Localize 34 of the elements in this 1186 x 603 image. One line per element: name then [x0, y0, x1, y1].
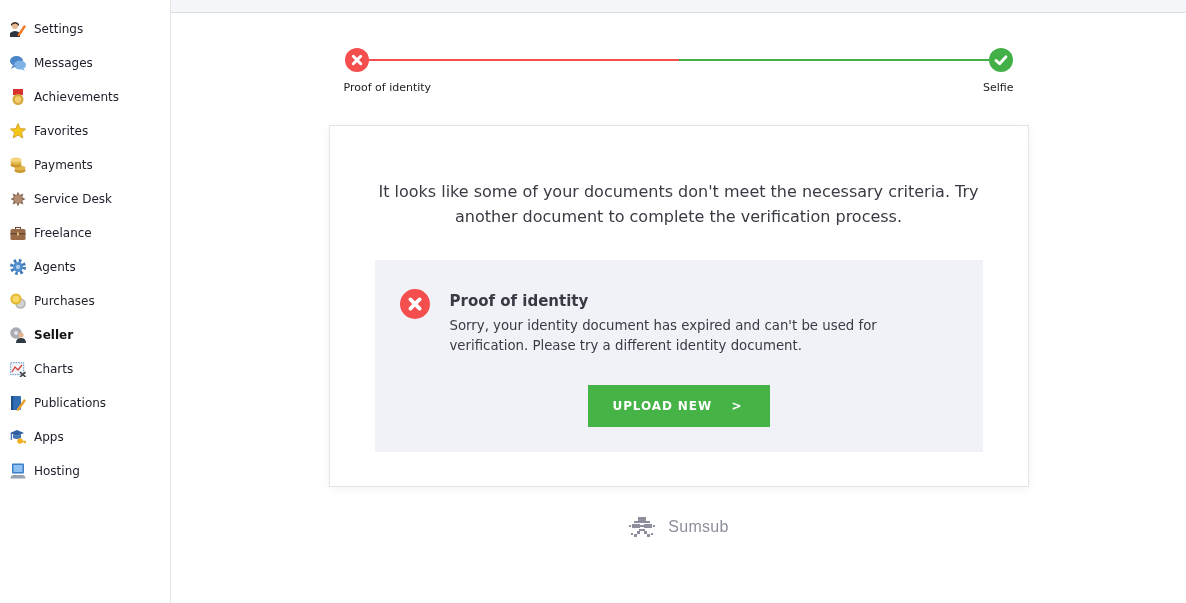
sidebar-item[interactable]: Achievements [10, 87, 122, 107]
sidebar-item[interactable]: Publications [10, 393, 109, 413]
computer-icon [10, 463, 26, 479]
speech-bubbles-icon [10, 55, 26, 71]
sidebar-item[interactable]: Hosting [10, 461, 82, 481]
sidebar-item[interactable]: Seller [10, 325, 76, 345]
brand-name: Sumsub [668, 518, 729, 536]
coins-icon [10, 157, 26, 173]
medal-icon [10, 89, 26, 105]
sidebar-item[interactable]: Agents [10, 257, 78, 277]
sidebar-item[interactable]: Freelance [10, 223, 94, 243]
book-pencil-icon [10, 395, 26, 411]
briefcase-icon [10, 225, 26, 241]
step-label: Selfie [983, 81, 1014, 95]
spy-figure-icon [628, 517, 657, 537]
gear-icon [10, 259, 26, 275]
sidebar-item[interactable]: Purchases [10, 291, 97, 311]
review-title: Proof of identity [449, 291, 590, 311]
star-icon [10, 123, 26, 139]
person-disc-icon [10, 327, 26, 343]
sidebar-item[interactable]: Messages [10, 53, 95, 73]
sidebar-item[interactable]: Apps [10, 427, 66, 447]
sidebar-item[interactable]: Service Desk [10, 189, 114, 209]
cap-key-icon [10, 429, 26, 445]
chart-icon [10, 361, 26, 377]
review-description: Sorry, your identity document has expired and can't be used for verification. Please try a different identity document. [449, 317, 878, 355]
step-label: Proof of identity [343, 81, 432, 95]
sidebar-item[interactable]: Payments [10, 155, 95, 175]
sidebar-item[interactable]: Favorites [10, 121, 91, 141]
instruction-text: It looks like some of your documents don't meet the necessary criteria. Try another document to complete the verification process. [377, 181, 980, 228]
person-pencil-icon [10, 21, 26, 37]
sidebar-item[interactable]: Charts [10, 359, 76, 379]
sidebar-item[interactable]: Settings [10, 19, 86, 39]
coin-pair-icon [10, 293, 26, 309]
